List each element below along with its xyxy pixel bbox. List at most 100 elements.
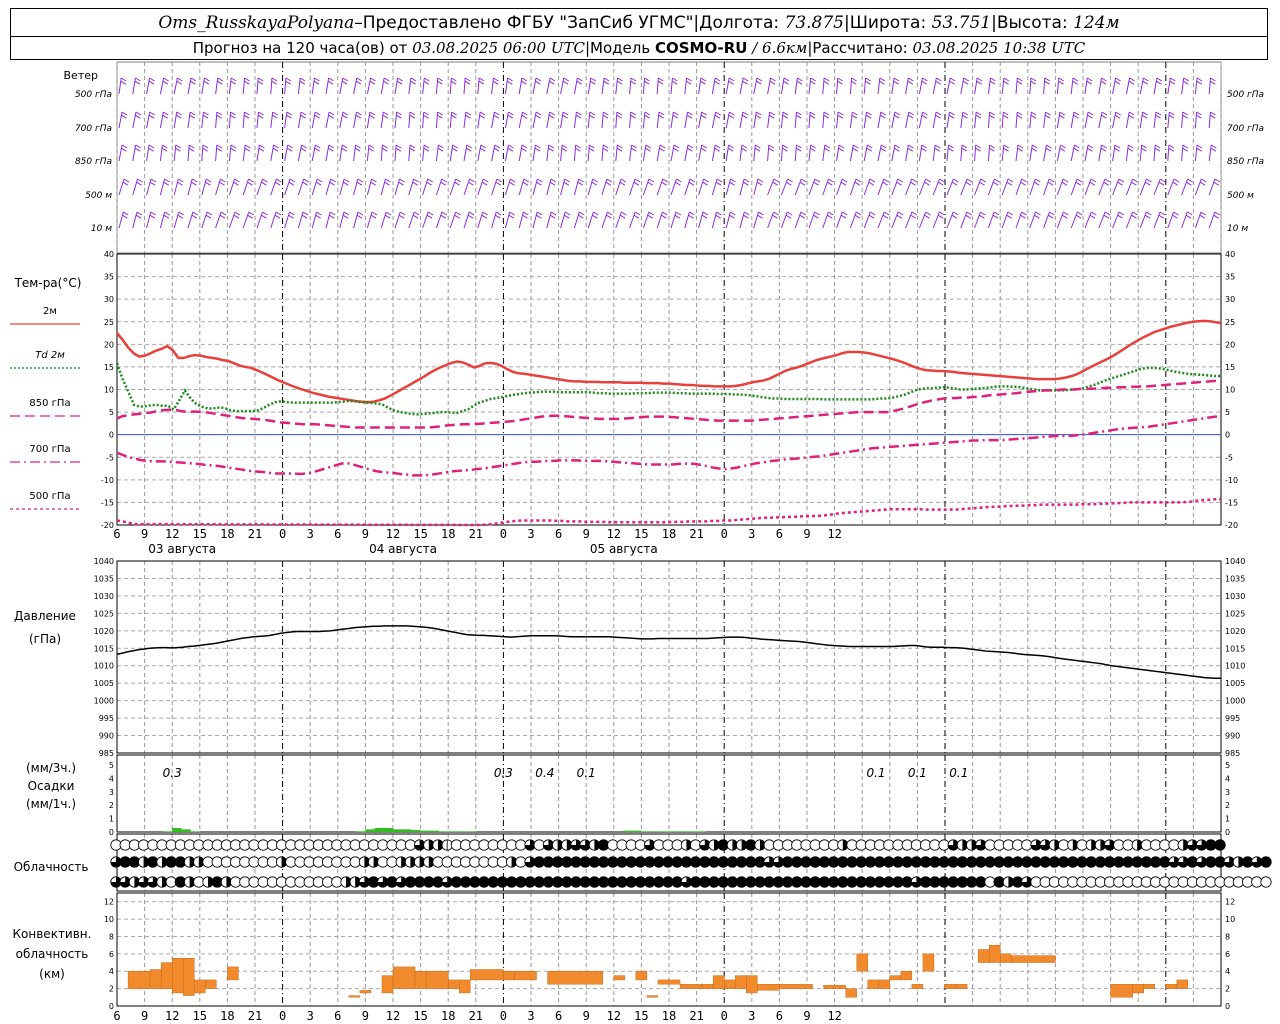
date-label: 04 августа	[369, 542, 437, 556]
time-tick-label-bottom: 9	[362, 1009, 369, 1023]
wind-barb	[491, 77, 499, 95]
wind-barb	[642, 111, 651, 129]
conv-bar	[679, 984, 703, 989]
wind-barb	[974, 77, 983, 95]
wind-barb	[394, 144, 402, 162]
pressure-tick-right: 1000	[1225, 697, 1245, 706]
wind-barb	[849, 77, 857, 95]
time-tick-label-mid: 9	[362, 527, 369, 541]
conv-bar	[348, 995, 361, 998]
wind-barb	[863, 144, 873, 162]
precip-bar	[687, 831, 697, 832]
time-tick-label-bottom: 21	[248, 1009, 262, 1023]
wind-barb	[863, 111, 872, 129]
wind-barb	[670, 178, 682, 196]
wind-barb	[297, 211, 309, 229]
wind-barb	[1125, 111, 1135, 129]
wind-barb	[684, 178, 696, 196]
wind-barb	[1043, 111, 1051, 129]
wind-barb	[1208, 211, 1221, 229]
wind-barb	[767, 211, 779, 229]
conv-bar	[724, 979, 736, 989]
wind-barb	[573, 178, 584, 196]
precip-bar	[696, 831, 706, 832]
wind-barb	[1181, 211, 1193, 229]
conv-bar	[1165, 984, 1178, 989]
conv-bar	[1011, 955, 1056, 963]
wind-barb	[435, 211, 448, 229]
wind-barb	[491, 111, 500, 129]
wind-barb	[698, 77, 707, 95]
wind-barb	[836, 144, 845, 162]
wind-barb	[932, 211, 945, 229]
wind-barb	[546, 211, 557, 229]
precip-bar	[356, 831, 366, 832]
wind-barb	[422, 144, 430, 162]
wind-barb	[877, 144, 887, 162]
conv-bar	[1143, 984, 1155, 989]
wind-barb	[463, 178, 475, 196]
wind-barb	[987, 178, 1000, 196]
wind-barb	[1056, 144, 1066, 162]
time-tick-label-bottom: 9	[141, 1009, 148, 1023]
wind-barb	[256, 144, 265, 162]
pressure-tick-right: 1040	[1225, 557, 1245, 566]
time-tick-label-bottom: 9	[583, 1009, 590, 1023]
wind-barb	[780, 111, 789, 129]
wind-barb	[1029, 77, 1037, 95]
wind-barb	[849, 144, 859, 162]
time-tick-label-bottom: 0	[721, 1009, 728, 1023]
wind-barb	[560, 111, 569, 129]
wind-barb	[118, 111, 128, 129]
wind-barb	[325, 211, 336, 229]
wind-barb	[1208, 178, 1221, 196]
temp-tick-left: 25	[104, 318, 114, 327]
wind-barb	[394, 178, 405, 196]
wind-barb	[353, 111, 362, 129]
precip-tick-left: 3	[109, 788, 114, 797]
time-tick-label-mid: 12	[386, 527, 400, 541]
temp-legend-label: Td 2м	[35, 350, 65, 361]
wind-barb	[1029, 144, 1038, 162]
time-tick-label-bottom: 15	[634, 1009, 648, 1023]
time-tick-label-mid: 15	[413, 527, 427, 541]
temp-tick-right: 0	[1225, 431, 1230, 440]
temp-tick-left: 20	[104, 340, 114, 349]
conv-bar	[470, 969, 504, 981]
wind-barb	[1070, 144, 1080, 162]
wind-barb	[739, 77, 749, 95]
wind-barb	[242, 211, 254, 229]
wind-barb	[270, 178, 282, 196]
wind-barb	[560, 211, 571, 229]
conv-bar	[547, 971, 603, 985]
wind-barb	[1194, 144, 1203, 162]
wind-barb	[380, 144, 388, 162]
wind-barb	[642, 211, 655, 229]
precip-bar	[439, 831, 449, 832]
temp-tick-left: -20	[101, 521, 114, 530]
precip-amount-label: 0.4	[535, 766, 554, 780]
conv-bar	[183, 957, 195, 996]
wind-barb	[546, 144, 554, 162]
precip-tick-right: 2	[1225, 801, 1230, 810]
wind-barb	[1070, 211, 1083, 229]
wind-barb	[946, 77, 956, 95]
wind-barb	[587, 211, 599, 229]
wind-barb	[118, 178, 130, 196]
wind-barb	[201, 111, 209, 129]
pressure-tick-left: 1040	[94, 557, 114, 566]
precip-amount-label: 0.1	[577, 766, 596, 780]
wind-barb	[422, 77, 430, 95]
wind-barb	[491, 178, 503, 196]
wind-barb	[670, 211, 682, 229]
wind-barb	[1056, 211, 1069, 229]
wind-barb	[891, 144, 901, 162]
wind-barb	[780, 144, 788, 162]
wind-barb	[794, 77, 803, 95]
wind-barb	[725, 178, 736, 196]
precip-amount-label: 0.3	[163, 766, 182, 780]
wind-barb	[187, 178, 198, 196]
wind-barb	[670, 144, 680, 162]
precip-bar	[393, 829, 403, 832]
wind-barb	[932, 77, 942, 95]
